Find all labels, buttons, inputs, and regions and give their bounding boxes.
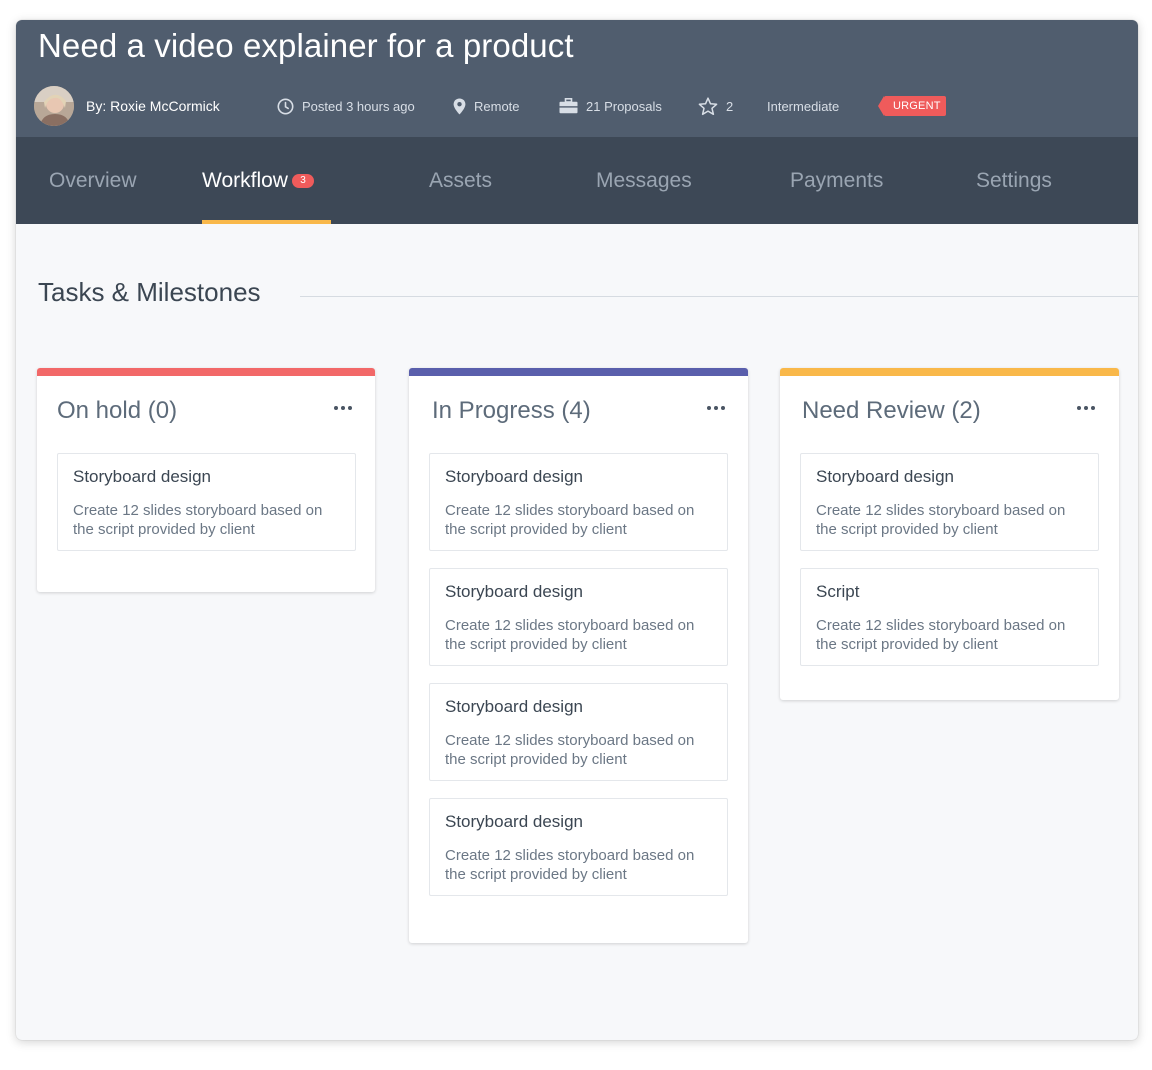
tab-label: Assets xyxy=(429,168,493,192)
column-color-bar xyxy=(780,368,1119,376)
tab-assets[interactable]: Assets xyxy=(429,137,492,224)
card-title: Script xyxy=(816,582,860,601)
location-pin-icon xyxy=(453,98,466,115)
card-description: Create 12 slides storyboard based on the… xyxy=(816,502,1066,538)
level-label: Intermediate xyxy=(767,98,840,114)
column-need-review: Need Review (2) Storyboard design Create… xyxy=(780,368,1119,700)
card-description: Create 12 slides storyboard based on the… xyxy=(73,502,323,538)
more-dots-icon[interactable] xyxy=(1075,398,1101,418)
tab-overview[interactable]: Overview xyxy=(49,137,137,224)
task-card[interactable]: Storyboard design Create 12 slides story… xyxy=(429,568,728,666)
column-on-hold: On hold (0) Storyboard design Create 12 … xyxy=(37,368,375,592)
tab-label: Settings xyxy=(976,168,1052,192)
task-card[interactable]: Storyboard design Create 12 slides story… xyxy=(57,453,356,551)
active-tab-indicator xyxy=(202,220,331,224)
card-description: Create 12 slides storyboard based on the… xyxy=(445,617,695,653)
clock-icon xyxy=(277,98,294,115)
task-card[interactable]: Storyboard design Create 12 slides story… xyxy=(429,683,728,781)
tab-settings[interactable]: Settings xyxy=(976,137,1052,224)
section-divider xyxy=(300,296,1138,297)
author-info[interactable]: By: Roxie McCormick xyxy=(34,86,220,126)
column-title: In Progress (4) xyxy=(432,397,591,424)
card-title: Storyboard design xyxy=(445,467,583,486)
card-description: Create 12 slides storyboard based on the… xyxy=(816,617,1066,653)
tab-bar: Overview Workflow 3 Assets Messages Paym… xyxy=(16,137,1138,224)
section-title: Tasks & Milestones xyxy=(38,277,261,307)
column-in-progress: In Progress (4) Storyboard design Create… xyxy=(409,368,748,943)
tab-label: Overview xyxy=(49,168,137,192)
column-color-bar xyxy=(37,368,375,376)
card-title: Storyboard design xyxy=(445,697,583,716)
tab-label: Messages xyxy=(596,168,692,192)
task-card[interactable]: Script Create 12 slides storyboard based… xyxy=(800,568,1099,666)
task-card[interactable]: Storyboard design Create 12 slides story… xyxy=(800,453,1099,551)
tab-workflow[interactable]: Workflow 3 xyxy=(202,137,314,224)
task-card[interactable]: Storyboard design Create 12 slides story… xyxy=(429,798,728,896)
job-meta: By: Roxie McCormick Posted 3 hours ago R… xyxy=(16,86,1138,126)
author-name: By: Roxie McCormick xyxy=(86,98,220,114)
experience-level: Intermediate xyxy=(767,86,839,126)
stars-label: 2 xyxy=(726,98,734,114)
card-description: Create 12 slides storyboard based on the… xyxy=(445,847,695,883)
job-title: Need a video explainer for a product xyxy=(38,27,574,64)
card-title: Storyboard design xyxy=(445,582,583,601)
app-window: Need a video explainer for a product By:… xyxy=(16,20,1138,1040)
briefcase-icon xyxy=(559,98,578,114)
more-dots-icon[interactable] xyxy=(705,398,731,418)
location-label: Remote xyxy=(474,98,520,114)
proposals-label: 21 Proposals xyxy=(586,98,662,114)
tab-messages[interactable]: Messages xyxy=(596,137,692,224)
card-description: Create 12 slides storyboard based on the… xyxy=(445,502,695,538)
card-title: Storyboard design xyxy=(73,467,211,486)
card-description: Create 12 slides storyboard based on the… xyxy=(445,732,695,768)
star-icon xyxy=(698,96,718,116)
card-title: Storyboard design xyxy=(816,467,954,486)
tab-label: Payments xyxy=(790,168,884,192)
urgent-label: URGENT xyxy=(878,96,946,116)
posted-label: Posted 3 hours ago xyxy=(302,98,415,114)
card-title: Storyboard design xyxy=(445,812,583,831)
column-title: On hold (0) xyxy=(57,397,178,424)
more-dots-icon[interactable] xyxy=(332,398,358,418)
proposals-count[interactable]: 21 Proposals xyxy=(559,86,662,126)
stars-count[interactable]: 2 xyxy=(698,86,733,126)
tab-payments[interactable]: Payments xyxy=(790,137,883,224)
location: Remote xyxy=(453,86,520,126)
job-header: Need a video explainer for a product By:… xyxy=(16,20,1138,137)
tab-badge: 3 xyxy=(291,174,314,188)
column-color-bar xyxy=(409,368,748,376)
tab-label: Workflow xyxy=(202,168,288,192)
column-title: Need Review (2) xyxy=(802,397,981,424)
avatar[interactable] xyxy=(34,86,74,126)
posted-time: Posted 3 hours ago xyxy=(277,86,415,126)
urgent-badge: URGENT xyxy=(878,86,946,126)
task-card[interactable]: Storyboard design Create 12 slides story… xyxy=(429,453,728,551)
